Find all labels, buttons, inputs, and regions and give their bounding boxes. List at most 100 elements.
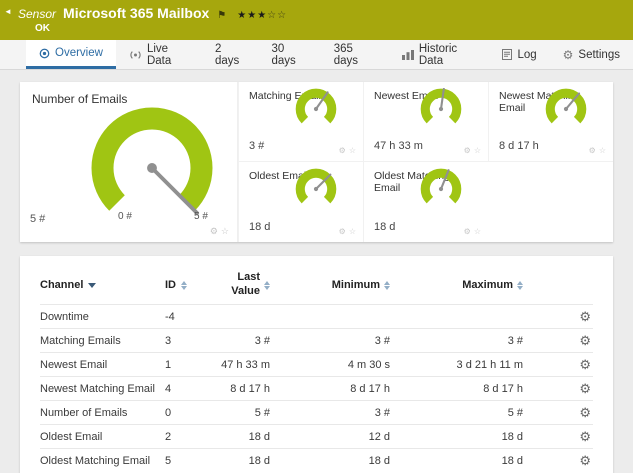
sort-icon (517, 280, 523, 290)
table-row-oldest-email[interactable]: Oldest Email 2 18 d 12 d 18 d ⚙ (40, 424, 593, 448)
table-row-number-of-emails[interactable]: Number of Emails 0 5 # 3 # 5 # ⚙ (40, 400, 593, 424)
gauge-settings-icon[interactable]: ⚙ (589, 146, 596, 155)
stars-empty: ☆☆ (267, 10, 288, 21)
tab-label: Historic Data (418, 42, 458, 67)
gauge-star-icon[interactable]: ☆ (474, 146, 481, 155)
flag-icon[interactable]: ⚑ (217, 10, 226, 21)
tab-label: 365 days (333, 42, 359, 67)
gauge-dial (295, 168, 337, 215)
gauge-card-oldest-email[interactable]: Oldest Email 18 d ⚙ ☆ (238, 162, 363, 242)
channel-minimum: 4 m 30 s (347, 358, 390, 371)
gauge-star-icon[interactable]: ☆ (349, 227, 356, 236)
table-row-oldest-matching-email[interactable]: Oldest Matching Email 5 18 d 18 d 18 d ⚙ (40, 448, 593, 472)
status-badge: OK (35, 23, 50, 34)
channel-name[interactable]: Oldest Matching Email (40, 455, 165, 467)
tab-label: Log (517, 48, 537, 61)
object-kind-label: Sensor (18, 7, 57, 21)
overview-icon (39, 48, 50, 59)
gauge-card-oldest-matching-email[interactable]: Oldest Matching Email 18 d ⚙ ☆ (363, 162, 488, 242)
gauge-star-icon[interactable]: ☆ (349, 146, 356, 155)
tab-live-data[interactable]: Live Data (116, 40, 202, 69)
tab-2-days[interactable]: 2 days (202, 40, 259, 69)
priority-stars[interactable]: ★★★☆☆ (237, 10, 287, 21)
tab-label: 2 days (214, 42, 240, 67)
sensor-header: ◄ Sensor Microsoft 365 Mailbox ⚑ ★★★☆☆ O… (0, 0, 633, 40)
gauge-settings-icon[interactable]: ⚙ (464, 146, 471, 155)
channel-settings-icon[interactable]: ⚙ (579, 357, 593, 372)
channel-settings-icon[interactable]: ⚙ (579, 405, 593, 420)
gauge-value: 5 # (30, 213, 46, 225)
tab-overview[interactable]: Overview (26, 40, 116, 69)
collapse-arrow-icon[interactable]: ◄ (4, 7, 12, 16)
tab-365-days[interactable]: 365 days (321, 40, 389, 69)
gauge-star-icon[interactable]: ☆ (221, 226, 229, 237)
channel-settings-icon[interactable]: ⚙ (579, 453, 593, 468)
tab-settings[interactable]: ⚙ Settings (550, 40, 633, 69)
channel-settings-icon[interactable]: ⚙ (579, 381, 593, 396)
column-label: Minimum (331, 279, 380, 291)
channel-minimum: 12 d (368, 430, 390, 443)
channel-id: 3 (165, 334, 172, 347)
channel-name[interactable]: Number of Emails (40, 407, 165, 419)
channel-maximum: 8 d 17 h (483, 382, 523, 395)
channel-settings-icon[interactable]: ⚙ (579, 309, 593, 324)
tab-30-days[interactable]: 30 days (258, 40, 320, 69)
channel-last-value: 8 d 17 h (230, 382, 270, 395)
channel-name[interactable]: Oldest Email (40, 431, 165, 443)
gauge-card-number-of-emails[interactable]: Number of Emails 0 # 5 # 5 # ⚙ ☆ (20, 82, 238, 242)
historic-icon (401, 49, 414, 60)
gauge-star-icon[interactable]: ☆ (474, 227, 481, 236)
table-row-downtime[interactable]: Downtime -4 ⚙ (40, 304, 593, 328)
stars-filled: ★★★ (237, 10, 268, 21)
channel-name[interactable]: Newest Matching Email (40, 383, 165, 395)
column-header-minimum[interactable]: Minimum (270, 279, 390, 291)
channel-minimum: 8 d 17 h (350, 382, 390, 395)
column-header-maximum[interactable]: Maximum (390, 279, 523, 291)
channel-name[interactable]: Downtime (40, 311, 165, 323)
channel-settings-icon[interactable]: ⚙ (579, 429, 593, 444)
gauge-value: 18 d (249, 221, 271, 233)
gauge-star-icon[interactable]: ☆ (599, 146, 606, 155)
gauges-panel: Number of Emails 0 # 5 # 5 # ⚙ ☆ Matching… (20, 82, 613, 242)
gauge-card-newest-email[interactable]: Newest Email 47 h 33 m ⚙ ☆ (363, 82, 488, 162)
gauge-settings-icon[interactable]: ⚙ (339, 227, 346, 236)
channel-last-value: 47 h 33 m (221, 358, 270, 371)
gauge-settings-icon[interactable]: ⚙ (464, 227, 471, 236)
sensor-title: Microsoft 365 Mailbox (63, 5, 210, 21)
gauge-scale-min: 0 # (118, 211, 132, 222)
sort-icon (181, 280, 187, 290)
channel-last-value: 3 # (254, 334, 270, 347)
column-label: Channel (40, 279, 84, 291)
small-gauges-grid: Matching Emails 3 # ⚙ ☆ Newest Email 47 h 33 … (238, 82, 613, 242)
column-header-channel[interactable]: Channel (40, 279, 165, 291)
gauge-dial (295, 88, 337, 135)
gauge-settings-icon[interactable]: ⚙ (210, 226, 218, 237)
gauge-dial (420, 87, 462, 135)
column-label: ID (165, 279, 176, 291)
gauge-settings-icon[interactable]: ⚙ (339, 146, 346, 155)
gauge-card-newest-matching-email[interactable]: Newest Matching Email 8 d 17 h ⚙ ☆ (488, 82, 613, 162)
channel-id: 1 (165, 358, 172, 371)
channel-last-value: 18 d (248, 430, 270, 443)
table-body: Downtime -4 ⚙ Matching Emails 3 3 #3 #3 # ⚙ New… (40, 304, 593, 472)
column-header-last-value[interactable]: Last Value (205, 271, 270, 299)
tab-historic-data[interactable]: Historic Data (389, 40, 490, 69)
column-header-id[interactable]: ID (165, 279, 205, 291)
channel-name[interactable]: Newest Email (40, 359, 165, 371)
channel-maximum: 3 d 21 h 11 m (456, 358, 523, 371)
gauge-scale-max: 5 # (194, 211, 208, 222)
table-row-newest-matching-email[interactable]: Newest Matching Email 4 8 d 17 h 8 d 17 h 8 … (40, 376, 593, 400)
table-row-matching-emails[interactable]: Matching Emails 3 3 # 3 # 3 # ⚙ (40, 328, 593, 352)
channel-table-panel: Channel ID Last Value Minimum Maximum Do… (20, 256, 613, 473)
gear-icon: ⚙ (562, 47, 574, 62)
gauge-card-matching-emails[interactable]: Matching Emails 3 # ⚙ ☆ (238, 82, 363, 162)
channel-name[interactable]: Matching Emails (40, 335, 165, 347)
sort-desc-icon (88, 282, 97, 288)
channel-settings-icon[interactable]: ⚙ (579, 333, 593, 348)
gauge-dial (420, 168, 462, 215)
table-row-newest-email[interactable]: Newest Email 1 47 h 33 m 4 m 30 s 3 d 21 h 1… (40, 352, 593, 376)
gauge-dial (545, 88, 587, 135)
log-icon (502, 49, 513, 60)
tab-log[interactable]: Log (489, 40, 549, 69)
gauge-value: 3 # (249, 140, 265, 152)
